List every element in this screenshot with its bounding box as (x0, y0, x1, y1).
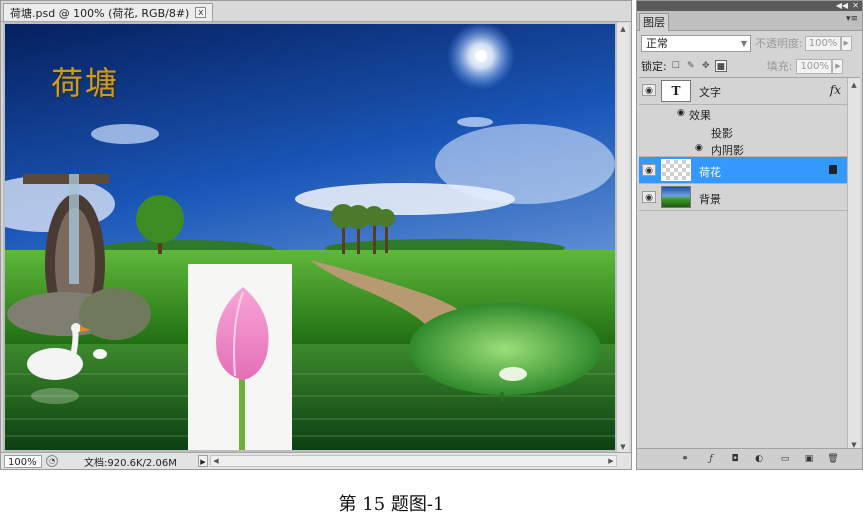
layer-row-lotus[interactable]: ◉ 荷花 (639, 157, 847, 184)
fill-arrow-icon[interactable]: ▶ (832, 58, 844, 74)
fx-icon[interactable]: fx (830, 83, 841, 97)
horizontal-scrollbar[interactable]: ◀ ▶ (210, 455, 617, 467)
layer-name: 荷花 (699, 166, 721, 179)
status-info-icon[interactable]: ◔ (46, 455, 58, 467)
effect-drop-shadow[interactable]: 投影 (639, 123, 847, 140)
lock-row: 锁定: ☐ ✎ ✥ ■ 填充: 100% ▶ (641, 58, 859, 74)
fx-icon[interactable]: ƒ (705, 453, 717, 465)
scroll-down-icon[interactable]: ▼ (618, 442, 628, 452)
lock-icon (829, 165, 837, 174)
document-tab-title: 荷塘.psd @ 100% (荷花, RGB/8#) (10, 6, 190, 20)
opacity-label: 不透明度: (755, 37, 803, 50)
layers-panel: ◀◀ ✕ 图层 ▾≡ 正常 ▼ 不透明度: 100% ▶ 锁定: ☐ ✎ ✥ ■… (636, 0, 863, 470)
fill-field[interactable]: 100% ▶ (796, 58, 844, 74)
blend-mode-value: 正常 (646, 36, 668, 50)
canvas-title-text: 荷塘 (51, 64, 120, 102)
document-size: 文档:920.6K/2.06M (84, 457, 177, 469)
adjustment-icon[interactable]: ◐ (753, 453, 765, 465)
layer-list-scrollbar[interactable]: ▲ ▼ (847, 78, 860, 452)
blend-mode-select[interactable]: 正常 ▼ (641, 34, 751, 52)
effects-label: 效果 (689, 109, 711, 122)
chevron-down-icon: ▼ (740, 38, 747, 48)
layer-name: 背景 (699, 193, 721, 206)
move-icon[interactable]: ✥ (700, 60, 712, 72)
effect-label: 投影 (711, 127, 733, 140)
lock-label: 锁定: (641, 60, 667, 73)
status-bar: 100% ◔ 文档:920.6K/2.06M ▶ ◀ ▶ (1, 452, 631, 469)
figure-caption: 第 15 题图-1 (338, 494, 445, 515)
scroll-right-icon[interactable]: ▶ (606, 456, 616, 466)
brush-icon[interactable]: ✎ (685, 60, 697, 72)
eye-icon[interactable]: ◉ (642, 164, 656, 176)
document-tab-bar: 荷塘.psd @ 100% (荷花, RGB/8#) x (1, 1, 631, 22)
lock-transparent-icon[interactable]: ☐ (670, 60, 682, 72)
opacity-field[interactable]: 100% ▶ (804, 35, 852, 51)
close-icon[interactable]: ✕ (852, 1, 859, 11)
text-layer-thumb-icon: T (661, 80, 691, 102)
effect-label: 内阴影 (711, 144, 744, 157)
folder-icon[interactable]: ▭ (779, 453, 791, 465)
layer-thumbnail (661, 159, 691, 181)
zoom-field[interactable]: 100% (4, 454, 42, 468)
panel-tabs: 图层 ▾≡ (637, 11, 862, 31)
layer-row-background[interactable]: ◉ 背景 (639, 184, 847, 211)
scroll-left-icon[interactable]: ◀ (211, 456, 221, 466)
opacity-arrow-icon[interactable]: ▶ (840, 35, 852, 51)
layer-row-text[interactable]: ◉ T 文字 fx (639, 78, 847, 105)
eye-icon[interactable]: ◉ (695, 143, 703, 153)
collapse-icon[interactable]: ◀◀ (836, 1, 848, 11)
panel-header-strip: ◀◀ ✕ (637, 1, 862, 11)
fill-label: 填充: (766, 60, 793, 73)
status-menu-icon[interactable]: ▶ (198, 455, 208, 467)
link-icon[interactable]: ⚭ (679, 453, 691, 465)
opacity-value: 100% (808, 37, 838, 49)
eye-icon[interactable]: ◉ (642, 191, 656, 203)
layer-list: ◉ T 文字 fx ◉ 效果 投影 ◉ 内阴影 ◉ 荷花 ◉ 背景 ▲ ▼ (639, 77, 860, 452)
lock-icon[interactable]: ■ (714, 60, 727, 72)
eye-icon[interactable]: ◉ (642, 84, 656, 96)
document-tab[interactable]: 荷塘.psd @ 100% (荷花, RGB/8#) x (3, 3, 214, 21)
blend-row: 正常 ▼ 不透明度: 100% ▶ (641, 34, 859, 52)
vertical-scrollbar[interactable]: ▲ ▼ (616, 23, 629, 453)
mask-icon[interactable]: ◘ (729, 453, 741, 465)
effects-row[interactable]: ◉ 效果 (639, 105, 847, 123)
eye-icon[interactable]: ◉ (677, 108, 685, 118)
fill-value: 100% (800, 60, 830, 72)
canvas[interactable]: 荷塘 (5, 24, 615, 450)
effect-inner-shadow[interactable]: ◉ 内阴影 (639, 140, 847, 157)
panel-bottom-toolbar: ⚭ ƒ ◘ ◐ ▭ ▣ 🗑 (637, 448, 862, 469)
tab-layers[interactable]: 图层 (639, 13, 669, 31)
layer-thumbnail (661, 186, 691, 208)
scroll-up-icon[interactable]: ▲ (849, 80, 859, 90)
layer-name: 文字 (699, 86, 721, 99)
panel-menu-icon[interactable]: ▾≡ (846, 14, 858, 24)
canvas-area[interactable]: 荷塘 (3, 22, 618, 454)
new-layer-icon[interactable]: ▣ (803, 453, 815, 465)
document-window: 荷塘.psd @ 100% (荷花, RGB/8#) x 荷塘 ▲ ▼ 100%… (0, 0, 632, 470)
trash-icon[interactable]: 🗑 (827, 453, 839, 465)
scroll-up-icon[interactable]: ▲ (618, 24, 628, 34)
close-icon[interactable]: x (195, 7, 207, 18)
